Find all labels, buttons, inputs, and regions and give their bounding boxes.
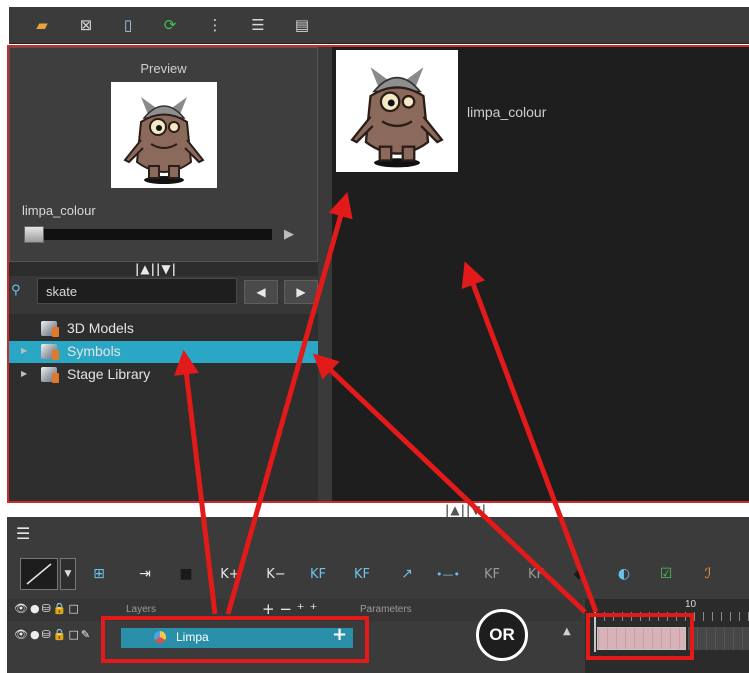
annotation-arrows [174, 191, 599, 615]
